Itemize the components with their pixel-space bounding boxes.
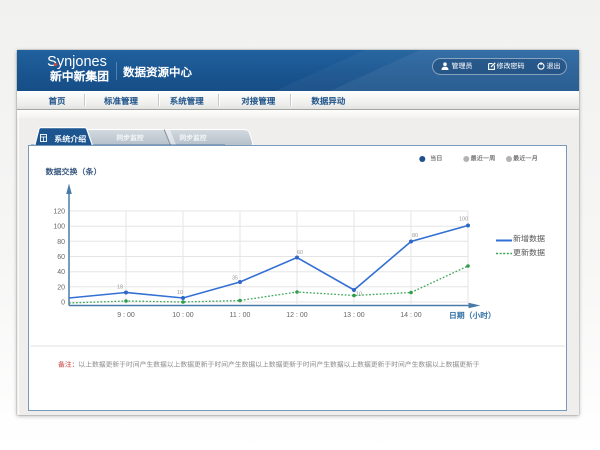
svg-text:80: 80 bbox=[57, 239, 65, 246]
svg-text:35: 35 bbox=[232, 276, 238, 282]
svg-text:100: 100 bbox=[53, 224, 65, 231]
svg-text:60: 60 bbox=[57, 254, 65, 261]
svg-text:60: 60 bbox=[297, 250, 303, 256]
svg-text:20: 20 bbox=[57, 284, 65, 291]
svg-text:80: 80 bbox=[412, 233, 418, 239]
svg-text:120: 120 bbox=[53, 209, 65, 216]
svg-text:40: 40 bbox=[57, 269, 65, 276]
svg-text:9 : 00: 9 : 00 bbox=[117, 312, 135, 319]
svg-text:10: 10 bbox=[356, 292, 362, 298]
svg-text:18: 18 bbox=[117, 285, 123, 291]
svg-text:14 : 00: 14 : 00 bbox=[400, 312, 422, 319]
svg-text:10 : 00: 10 : 00 bbox=[172, 312, 194, 319]
svg-text:12 : 00: 12 : 00 bbox=[286, 312, 308, 319]
svg-text:10: 10 bbox=[177, 290, 183, 296]
svg-text:100: 100 bbox=[459, 217, 468, 223]
svg-text:11 : 00: 11 : 00 bbox=[230, 312, 251, 319]
svg-text:13 : 00: 13 : 00 bbox=[343, 312, 365, 319]
svg-text:0: 0 bbox=[61, 300, 65, 307]
